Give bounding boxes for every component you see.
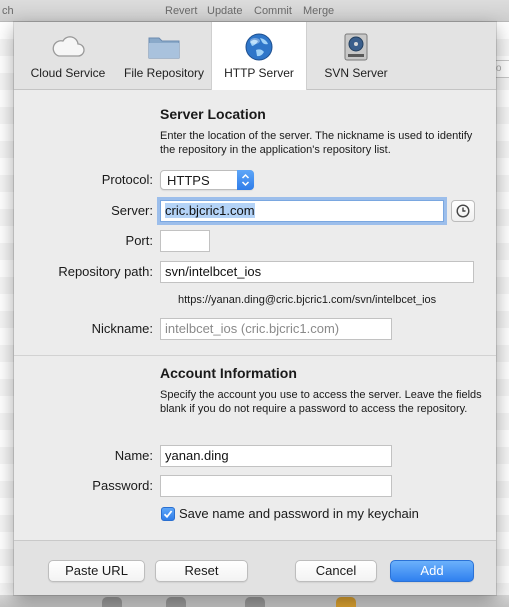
server-location-description: Enter the location of the server. The ni… bbox=[160, 130, 473, 156]
password-label: Password: bbox=[92, 478, 153, 493]
globe-icon bbox=[244, 32, 274, 65]
server-input[interactable]: cric.bjcric1.com bbox=[160, 200, 444, 222]
tag-icon bbox=[336, 597, 356, 607]
port-input[interactable] bbox=[160, 230, 210, 252]
background-update-item[interactable]: Update bbox=[207, 5, 242, 17]
password-input[interactable] bbox=[160, 475, 392, 497]
nickname-label: Nickname: bbox=[91, 321, 153, 336]
cloud-icon bbox=[50, 32, 86, 63]
sheet-content: Server Location Enter the location of th… bbox=[14, 90, 496, 560]
background-merge-item[interactable]: Merge bbox=[303, 5, 334, 17]
background-toolbar-item: ch bbox=[2, 5, 14, 17]
checkmark-icon bbox=[163, 510, 173, 519]
paste-url-button[interactable]: Paste URL bbox=[48, 560, 145, 582]
server-history-button[interactable] bbox=[451, 200, 475, 222]
account-description: Specify the account you use to access th… bbox=[160, 389, 482, 415]
account-information-title: Account Information bbox=[160, 365, 297, 381]
add-button[interactable]: Add bbox=[390, 560, 474, 582]
tab-cloud-service[interactable]: Cloud Service bbox=[20, 22, 116, 90]
background-commit-item[interactable]: Commit bbox=[254, 5, 292, 17]
folder-icon bbox=[147, 32, 181, 63]
nickname-input[interactable]: intelbcet_ios (cric.bjcric1.com) bbox=[160, 318, 392, 340]
sheet-footer: Paste URL Reset Cancel Add bbox=[14, 540, 496, 595]
server-drive-icon bbox=[341, 32, 371, 65]
add-repository-sheet: Cloud Service File Repository HTTP Serve… bbox=[14, 22, 496, 595]
cancel-button[interactable]: Cancel bbox=[295, 560, 377, 582]
repository-path-input[interactable]: svn/intelbcet_ios bbox=[160, 261, 474, 283]
protocol-select-value: HTTPS bbox=[167, 173, 210, 188]
keychain-checkbox-label[interactable]: Save name and password in my keychain bbox=[179, 506, 419, 521]
repository-type-tabbar: Cloud Service File Repository HTTP Serve… bbox=[14, 22, 496, 90]
server-location-title: Server Location bbox=[160, 106, 266, 122]
protocol-label: Protocol: bbox=[101, 172, 153, 187]
section-divider bbox=[14, 355, 496, 356]
tab-label: SVN Server bbox=[324, 66, 388, 80]
protocol-select[interactable]: HTTPS bbox=[160, 170, 254, 190]
tab-label: Cloud Service bbox=[30, 66, 106, 80]
tab-http-server[interactable]: HTTP Server bbox=[211, 22, 307, 90]
repository-path-label: Repository path: bbox=[58, 264, 153, 279]
tab-file-repository[interactable]: File Repository bbox=[116, 22, 212, 90]
tab-label: File Repository bbox=[123, 66, 205, 80]
folder-icon bbox=[166, 597, 186, 607]
background-toolbar: ch Revert Update Commit Merge bbox=[0, 0, 509, 22]
lock-icon bbox=[102, 597, 122, 607]
tab-svn-server[interactable]: SVN Server bbox=[308, 22, 404, 90]
up-down-chevron-icon bbox=[237, 170, 254, 190]
background-bottom-bar bbox=[0, 595, 509, 607]
reset-button[interactable]: Reset bbox=[155, 560, 248, 582]
clock-icon bbox=[456, 204, 470, 218]
server-input-value: cric.bjcric1.com bbox=[165, 203, 255, 218]
tab-label: HTTP Server bbox=[224, 66, 294, 80]
folder-icon bbox=[245, 597, 265, 607]
name-label: Name: bbox=[114, 448, 153, 463]
keychain-checkbox[interactable] bbox=[161, 507, 175, 521]
port-label: Port: bbox=[125, 233, 153, 248]
server-label: Server: bbox=[111, 203, 153, 218]
background-revert-item[interactable]: Revert bbox=[165, 5, 197, 17]
url-preview: https://yanan.ding@cric.bjcric1.com/svn/… bbox=[178, 294, 437, 306]
name-input[interactable]: yanan.ding bbox=[160, 445, 392, 467]
